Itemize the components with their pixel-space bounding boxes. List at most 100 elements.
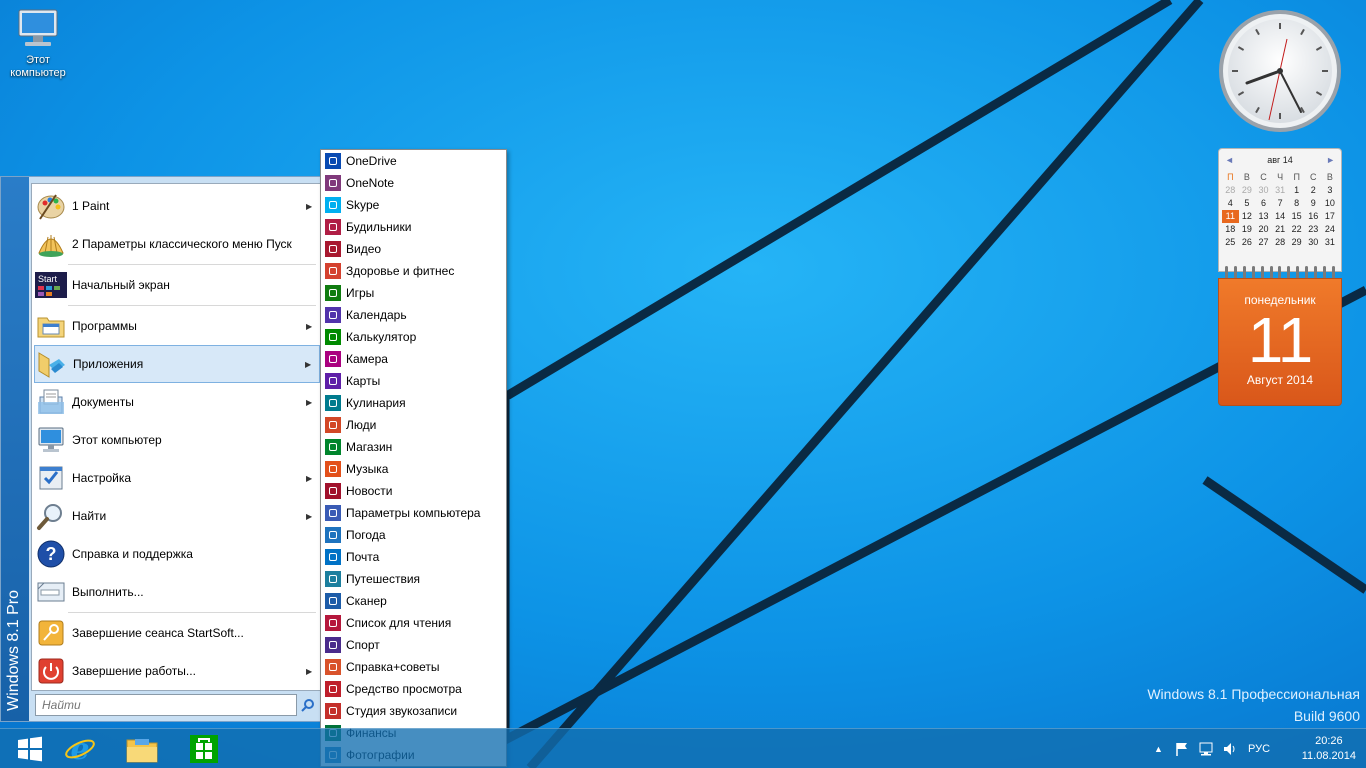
calendar-day[interactable]: 30 — [1305, 236, 1322, 249]
calendar-day[interactable]: 4 — [1222, 197, 1239, 210]
show-hidden-icons-button[interactable]: ▲ — [1154, 744, 1166, 754]
desktop-icon-this-pc[interactable]: Этот компьютер — [4, 8, 72, 80]
calendar-gadget[interactable]: ◄ авг 14 ► П В С Ч П С В 28 29 30 31 1 2 3 4 5 6 7 8 9 10 11 1… — [1218, 148, 1342, 406]
calendar-day[interactable]: 18 — [1222, 223, 1239, 236]
calendar-day[interactable]: 26 — [1239, 236, 1256, 249]
svg-text:?: ? — [46, 544, 57, 564]
calendar-day[interactable]: 5 — [1239, 197, 1256, 210]
app-item[interactable]: Игры — [321, 282, 506, 304]
calendar-day[interactable]: 8 — [1288, 197, 1305, 210]
calendar-day[interactable]: 25 — [1222, 236, 1239, 249]
calendar-day[interactable]: 31 — [1272, 184, 1289, 197]
start-item-programs[interactable]: Программы ▶ — [34, 307, 320, 345]
calendar-day[interactable]: 2 — [1305, 184, 1322, 197]
app-tile-icon — [325, 285, 341, 301]
app-item[interactable]: OneNote — [321, 172, 506, 194]
start-item-settings[interactable]: Настройка ▶ — [34, 459, 320, 497]
start-item-documents[interactable]: Документы ▶ — [34, 383, 320, 421]
app-item[interactable]: Калькулятор — [321, 326, 506, 348]
calendar-day[interactable]: 29 — [1288, 236, 1305, 249]
calendar-day[interactable]: 23 — [1305, 223, 1322, 236]
calendar-day[interactable]: 17 — [1322, 210, 1339, 223]
app-item[interactable]: Новости — [321, 480, 506, 502]
taskbar-store[interactable] — [174, 729, 234, 768]
calendar-day[interactable]: 27 — [1255, 236, 1272, 249]
app-item[interactable]: Музыка — [321, 458, 506, 480]
clock-gadget[interactable] — [1217, 8, 1343, 134]
taskbar-internet-explorer[interactable]: e — [50, 729, 110, 768]
calendar-day[interactable]: 19 — [1239, 223, 1256, 236]
app-item[interactable]: Студия звукозаписи — [321, 700, 506, 722]
app-item[interactable]: Магазин — [321, 436, 506, 458]
app-item[interactable]: Спорт — [321, 634, 506, 656]
app-item[interactable]: Люди — [321, 414, 506, 436]
calendar-day[interactable]: 30 — [1255, 184, 1272, 197]
app-item[interactable]: Погода — [321, 524, 506, 546]
input-language-indicator[interactable]: РУС — [1248, 743, 1270, 755]
app-item[interactable]: Кулинария — [321, 392, 506, 414]
start-item-logoff[interactable]: Завершение сеанса StartSoft... — [34, 614, 320, 652]
app-item[interactable]: Справка+советы — [321, 656, 506, 678]
app-item[interactable]: Параметры компьютера — [321, 502, 506, 524]
calendar-day[interactable]: 13 — [1255, 210, 1272, 223]
apps-submenu: OneDrive OneNote Skype Будильники Видео Здоро… — [320, 149, 507, 767]
start-item-find[interactable]: Найти ▶ — [34, 497, 320, 535]
app-item[interactable]: Календарь — [321, 304, 506, 326]
search-button[interactable] — [299, 695, 317, 715]
calendar-day[interactable]: 10 — [1322, 197, 1339, 210]
app-item[interactable]: Список для чтения — [321, 612, 506, 634]
taskbar-date: 11.08.2014 — [1301, 750, 1356, 762]
volume-icon[interactable] — [1222, 741, 1238, 757]
calendar-day[interactable]: 7 — [1272, 197, 1289, 210]
app-item[interactable]: Почта — [321, 546, 506, 568]
start-menu-edition-label: Windows 8.1 Pro — [5, 590, 22, 711]
calendar-day[interactable]: 24 — [1322, 223, 1339, 236]
calendar-day[interactable]: 28 — [1222, 184, 1239, 197]
app-item[interactable]: Камера — [321, 348, 506, 370]
calendar-day[interactable]: 15 — [1288, 210, 1305, 223]
start-item-apps[interactable]: Приложения ▶ — [34, 345, 320, 383]
start-menu-search-input[interactable] — [35, 694, 297, 716]
calendar-day[interactable]: 28 — [1272, 236, 1289, 249]
store-icon — [190, 735, 218, 763]
start-item-start-screen[interactable]: Start Начальный экран — [34, 266, 320, 304]
app-item[interactable]: OneDrive — [321, 150, 506, 172]
calendar-day[interactable]: 9 — [1305, 197, 1322, 210]
start-item-classic-start-settings[interactable]: 2 Параметры классического меню Пуск — [34, 225, 320, 263]
start-item-shutdown[interactable]: Завершение работы... ▶ — [34, 652, 320, 690]
app-tile-icon — [325, 681, 341, 697]
app-item[interactable]: Skype — [321, 194, 506, 216]
taskbar-file-explorer[interactable] — [112, 729, 172, 768]
calendar-day-today[interactable]: 11 — [1222, 210, 1239, 223]
calendar-day[interactable]: 1 — [1288, 184, 1305, 197]
start-item-help[interactable]: ? Справка и поддержка — [34, 535, 320, 573]
app-item[interactable]: Здоровье и фитнес — [321, 260, 506, 282]
app-item[interactable]: Путешествия — [321, 568, 506, 590]
computer-icon — [18, 9, 58, 46]
calendar-day[interactable]: 20 — [1255, 223, 1272, 236]
app-item[interactable]: Средство просмотра — [321, 678, 506, 700]
calendar-day[interactable]: 14 — [1272, 210, 1289, 223]
calendar-month-year: Август 2014 — [1246, 373, 1314, 387]
network-icon[interactable] — [1198, 741, 1214, 757]
taskbar-clock[interactable]: 20:26 11.08.2014 — [1302, 734, 1356, 764]
calendar-day[interactable]: 12 — [1239, 210, 1256, 223]
app-item-label: Музыка — [346, 462, 389, 476]
start-item-run[interactable]: Выполнить... — [34, 573, 320, 611]
calendar-day[interactable]: 16 — [1305, 210, 1322, 223]
start-item-this-pc[interactable]: Этот компьютер — [34, 421, 320, 459]
calendar-day[interactable]: 29 — [1239, 184, 1256, 197]
action-center-flag-icon[interactable] — [1174, 741, 1190, 757]
calendar-day[interactable]: 3 — [1322, 184, 1339, 197]
app-item[interactable]: Сканер — [321, 590, 506, 612]
start-item-paint[interactable]: 1 Paint ▶ — [34, 187, 320, 225]
calendar-day[interactable]: 22 — [1288, 223, 1305, 236]
calendar-day[interactable]: 6 — [1255, 197, 1272, 210]
calendar-prev-button[interactable]: ◄ — [1225, 155, 1234, 165]
calendar-next-button[interactable]: ► — [1326, 155, 1335, 165]
app-item[interactable]: Будильники — [321, 216, 506, 238]
calendar-day[interactable]: 31 — [1322, 236, 1339, 249]
app-item[interactable]: Карты — [321, 370, 506, 392]
app-item[interactable]: Видео — [321, 238, 506, 260]
calendar-day[interactable]: 21 — [1272, 223, 1289, 236]
